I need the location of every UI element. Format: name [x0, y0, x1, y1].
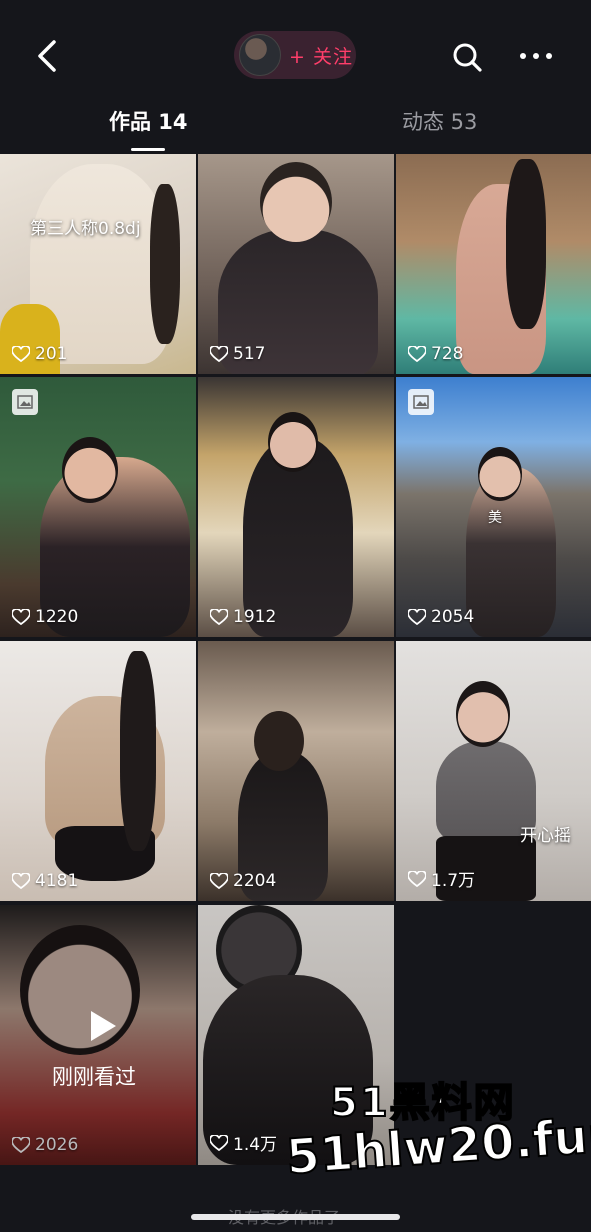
follow-button[interactable]: + 关注	[234, 31, 356, 79]
heart-icon	[408, 870, 426, 887]
more-dot-icon	[533, 53, 539, 59]
back-button[interactable]	[30, 36, 66, 76]
like-count: 517	[210, 344, 265, 364]
active-tab-indicator	[131, 148, 165, 151]
chevron-left-icon	[38, 40, 56, 72]
like-count-value: 4181	[35, 871, 79, 891]
head-shape	[478, 447, 522, 501]
heart-icon	[12, 609, 30, 625]
post-tile[interactable]: 第三人称0.8dj 201	[0, 154, 196, 374]
like-count: 1912	[210, 607, 276, 627]
recently-watched-label: 刚刚看过	[52, 1065, 136, 1089]
follow-label: + 关注	[289, 45, 353, 68]
more-options-button[interactable]	[520, 46, 566, 66]
hair-shape	[506, 159, 546, 329]
post-caption: 美	[488, 510, 502, 526]
like-count: 2204	[210, 871, 276, 891]
like-count: 1220	[12, 607, 78, 627]
play-icon	[91, 1011, 116, 1041]
like-count: 1.7万	[408, 866, 475, 891]
like-count: 2026	[12, 1135, 78, 1155]
tab-works[interactable]: 作品 14	[109, 106, 188, 136]
like-count: 201	[12, 344, 67, 364]
like-count-value: 728	[431, 344, 464, 364]
head-shape	[456, 681, 510, 747]
post-caption: 开心摇	[520, 826, 571, 846]
tab-moments[interactable]: 动态 53	[402, 106, 477, 136]
post-tile[interactable]: 2204	[198, 641, 394, 901]
heart-icon	[408, 609, 426, 625]
heart-icon	[210, 609, 228, 625]
like-count-value: 517	[233, 344, 266, 364]
post-tile[interactable]: 美 2054	[396, 377, 591, 637]
image-icon	[413, 395, 429, 409]
heart-icon	[210, 873, 228, 889]
search-icon	[453, 43, 482, 72]
image-post-badge	[12, 389, 38, 415]
search-button[interactable]	[450, 40, 484, 74]
heart-icon	[12, 873, 30, 889]
more-dot-icon	[546, 53, 552, 59]
heart-icon	[12, 1137, 30, 1153]
heart-icon	[210, 346, 228, 362]
image-post-badge	[408, 389, 434, 415]
like-count: 1.4万	[210, 1130, 277, 1155]
like-count-value: 1220	[35, 607, 79, 627]
avatar	[239, 34, 281, 76]
like-count: 2054	[408, 607, 474, 627]
head-shape	[254, 711, 304, 771]
like-count-value: 1.7万	[431, 871, 476, 891]
home-indicator[interactable]	[191, 1214, 400, 1220]
image-icon	[17, 395, 33, 409]
like-count: 4181	[12, 871, 78, 891]
post-tile[interactable]: 刚刚看过 2026	[0, 905, 196, 1165]
post-tile[interactable]: 1220	[0, 377, 196, 637]
like-count-value: 201	[35, 344, 68, 364]
more-dot-icon	[520, 53, 526, 59]
like-count-value: 2026	[35, 1135, 79, 1155]
like-count: 728	[408, 344, 463, 364]
head-shape	[62, 437, 118, 503]
heart-icon	[12, 346, 30, 362]
post-tile[interactable]: 728	[396, 154, 591, 374]
post-tile[interactable]: 开心摇 1.7万	[396, 641, 591, 901]
post-tile[interactable]: 517	[198, 154, 394, 374]
post-tile[interactable]: 1912	[198, 377, 394, 637]
top-bar: + 关注	[0, 0, 591, 110]
like-count-value: 1912	[233, 607, 277, 627]
like-count-value: 2054	[431, 607, 475, 627]
heart-icon	[408, 346, 426, 362]
head-shape	[260, 162, 332, 242]
like-count-value: 1.4万	[233, 1135, 278, 1155]
content-tabs: 作品 14 动态 53	[0, 106, 591, 151]
head-shape	[268, 412, 318, 472]
like-count-value: 2204	[233, 871, 277, 891]
hair-shape	[120, 651, 156, 851]
heart-icon	[210, 1134, 228, 1151]
post-tile[interactable]: 4181	[0, 641, 196, 901]
hair-shape	[150, 184, 180, 344]
post-caption: 第三人称0.8dj	[30, 219, 141, 239]
